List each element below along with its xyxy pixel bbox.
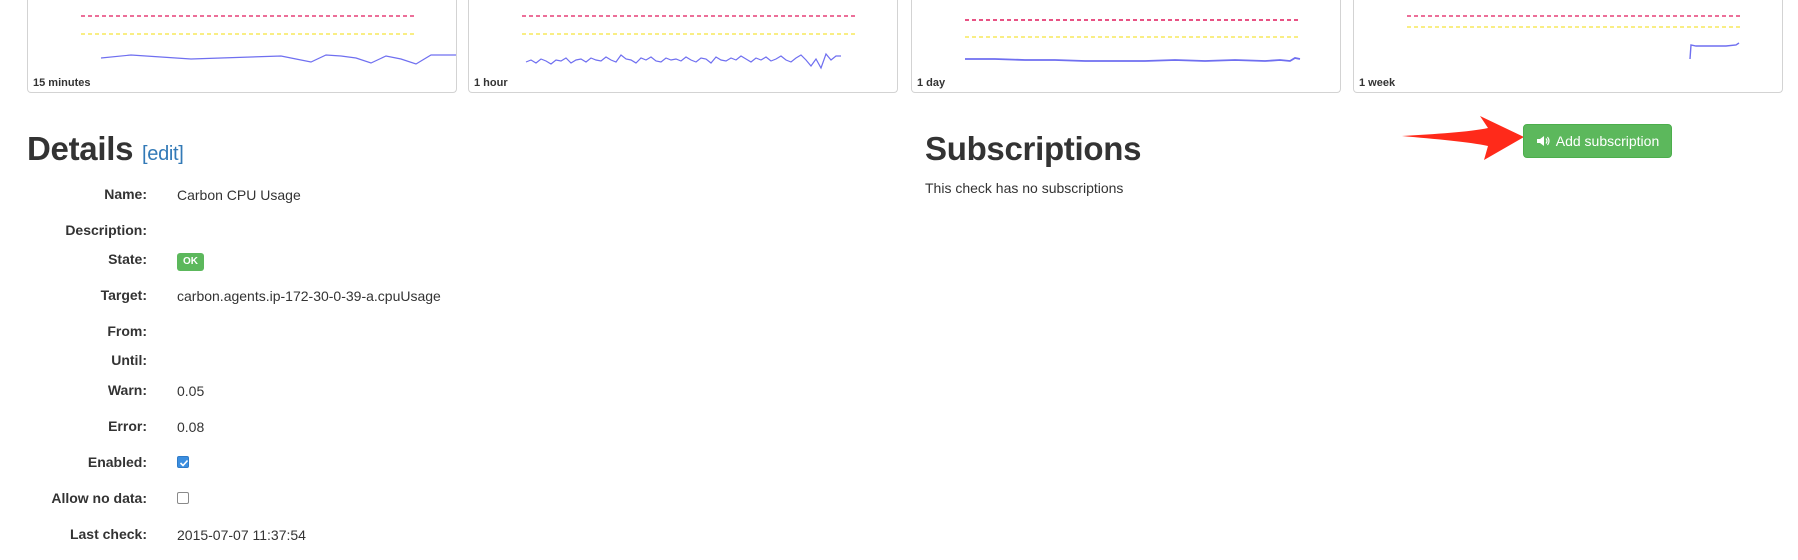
red-arrow-annotation xyxy=(1402,116,1524,160)
sparkline-chart xyxy=(965,19,1301,62)
target-label: Target: xyxy=(100,287,147,303)
edit-link[interactable]: [edit] xyxy=(142,143,184,165)
error-value: 0.08 xyxy=(177,419,205,435)
sparkline-chart xyxy=(522,15,857,70)
from-label: From: xyxy=(107,323,147,339)
description-label: Description: xyxy=(65,222,147,238)
enabled-label: Enabled: xyxy=(87,454,147,470)
warn-label: Warn: xyxy=(107,382,147,398)
add-subscription-button[interactable]: Add subscription xyxy=(1523,124,1672,158)
sparkline-15-minutes[interactable]: 15 minutes xyxy=(27,0,457,93)
sparkline-label: 1 week xyxy=(1359,77,1396,89)
until-label: Until: xyxy=(111,352,147,368)
details-title: Details xyxy=(27,130,134,167)
sparkline-label: 1 hour xyxy=(474,77,508,89)
sparkline-label: 15 minutes xyxy=(33,77,91,89)
speaker-icon xyxy=(1536,136,1550,146)
sparkline-1-day[interactable]: 1 day xyxy=(911,0,1341,93)
details-heading: Details [edit] xyxy=(27,130,184,168)
last-check-label: Last check: xyxy=(69,526,147,542)
error-label: Error: xyxy=(108,418,147,434)
name-label: Name: xyxy=(104,186,147,202)
subscriptions-empty-text: This check has no subscriptions xyxy=(925,180,1124,196)
name-value: Carbon CPU Usage xyxy=(177,187,301,203)
sparkline-row: 15 minutes 1 hour 1 day 1 week xyxy=(27,0,1783,94)
state-badge: OK xyxy=(177,253,204,271)
check-icon xyxy=(179,459,189,467)
sparkline-1-hour[interactable]: 1 hour xyxy=(468,0,898,93)
sparkline-label: 1 day xyxy=(917,77,946,89)
sparkline-1-week[interactable]: 1 week xyxy=(1353,0,1783,93)
allow-no-data-checkbox[interactable] xyxy=(177,492,189,504)
allow-no-data-label: Allow no data: xyxy=(51,490,147,506)
last-check-value: 2015-07-07 11:37:54 xyxy=(177,527,306,543)
state-label: State: xyxy=(108,251,147,267)
add-subscription-label: Add subscription xyxy=(1555,133,1660,149)
sparkline-chart xyxy=(1407,15,1742,60)
target-value: carbon.agents.ip-172-30-0-39-a.cpuUsage xyxy=(177,288,441,304)
warn-value: 0.05 xyxy=(177,383,205,399)
sparkline-chart xyxy=(81,15,456,65)
subscriptions-title: Subscriptions xyxy=(925,130,1142,167)
enabled-checkbox[interactable] xyxy=(177,456,189,468)
